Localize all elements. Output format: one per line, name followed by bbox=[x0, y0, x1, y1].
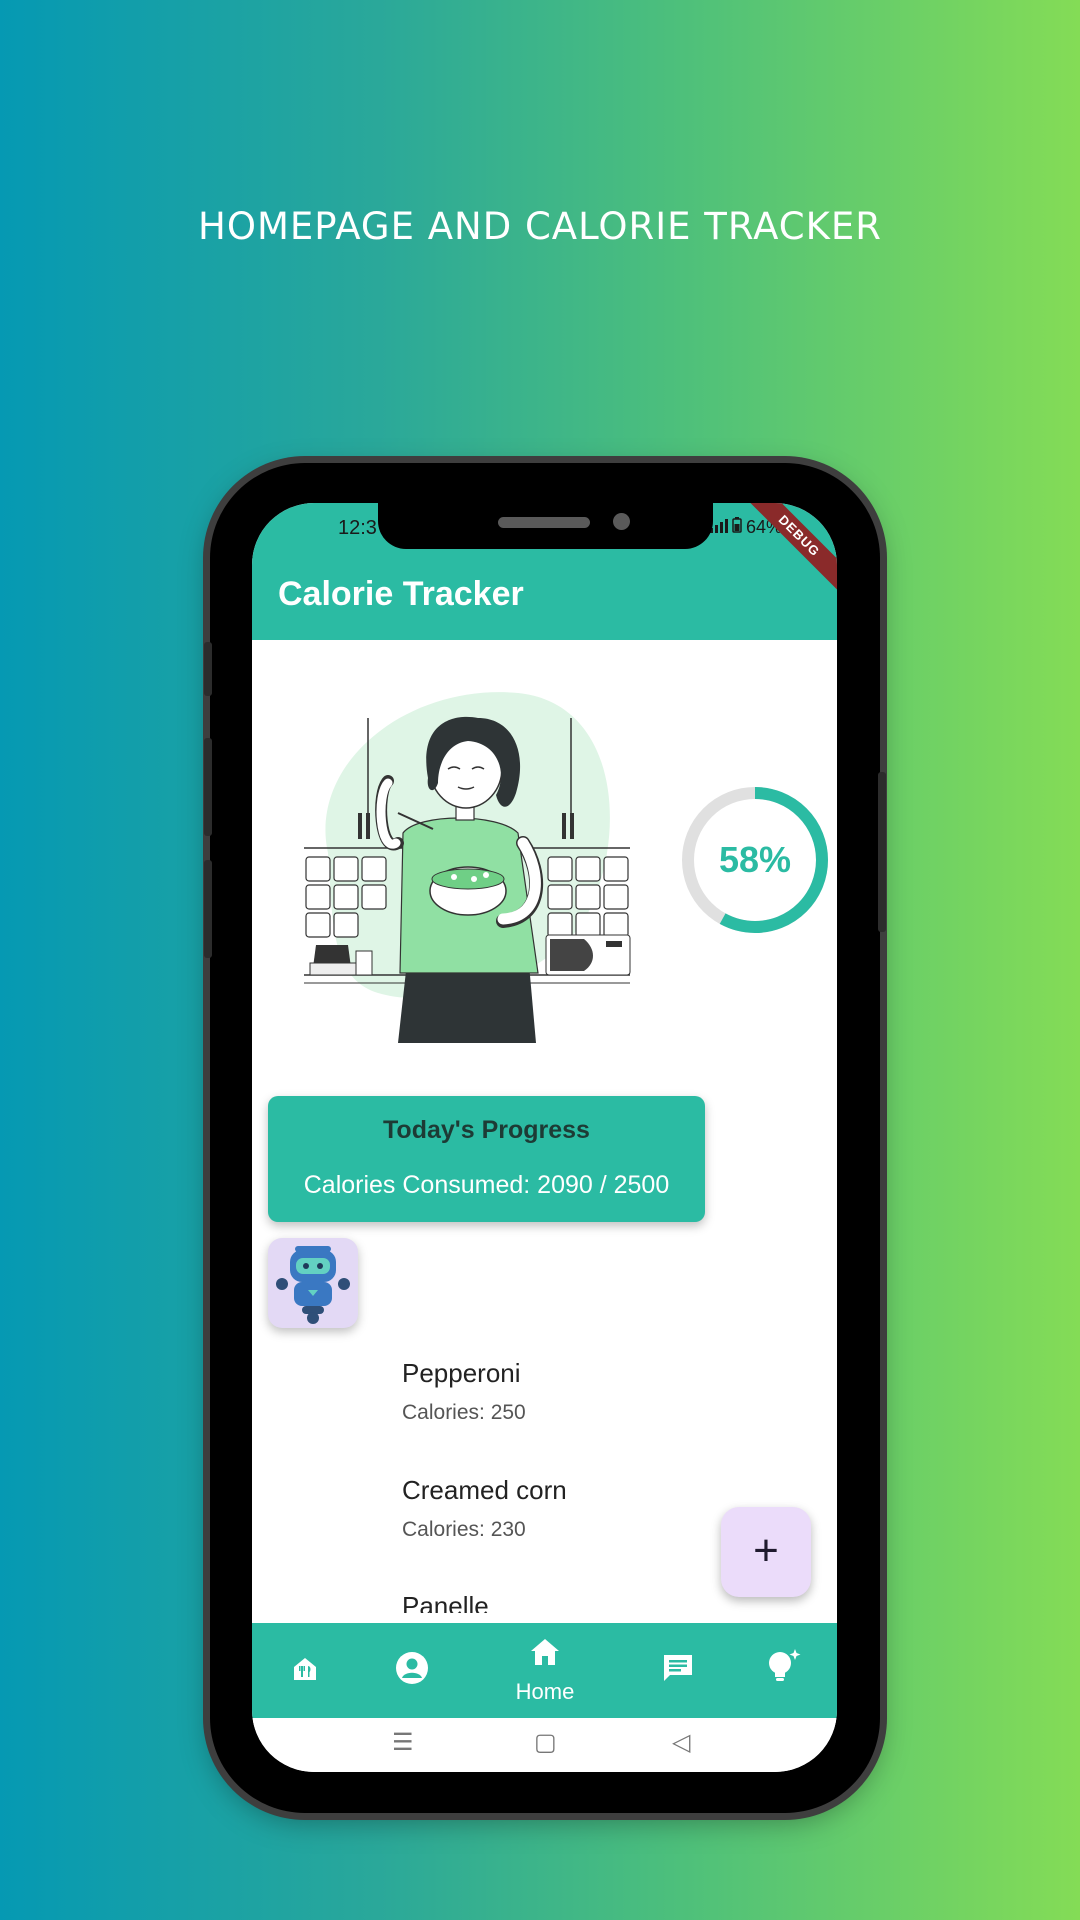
system-back-button[interactable]: ◁ bbox=[672, 1728, 690, 1757]
food-calories: Calories: 230 bbox=[402, 1518, 526, 1541]
home-icon bbox=[531, 1639, 559, 1665]
chatbot-robot-button[interactable] bbox=[268, 1238, 358, 1328]
app-title: Calorie Tracker bbox=[278, 575, 524, 613]
system-navigation-bar: ☰ ▢ ◁ bbox=[252, 1718, 837, 1772]
nav-item-chat[interactable] bbox=[633, 1623, 723, 1718]
food-name: Pepperoni bbox=[402, 1358, 521, 1388]
robot-icon bbox=[276, 1246, 350, 1324]
battery-icon bbox=[732, 517, 742, 538]
todays-progress-card: Today's Progress Calories Consumed: 2090… bbox=[268, 1096, 705, 1222]
add-food-button[interactable]: + bbox=[721, 1507, 811, 1597]
food-name: Creamed corn bbox=[402, 1475, 567, 1505]
app-bar: 12:3 64% DEBUG Calorie Tracker bbox=[252, 503, 837, 640]
progress-ring-percent: 58% bbox=[718, 839, 792, 880]
status-time: 12:3 bbox=[338, 517, 377, 539]
woman-eating-salad-illustration bbox=[304, 692, 631, 1043]
phone-side-button bbox=[204, 642, 212, 696]
phone-side-button bbox=[204, 860, 212, 958]
restaurant-icon bbox=[294, 1658, 316, 1680]
nav-item-food[interactable] bbox=[260, 1623, 350, 1718]
phone-side-button bbox=[878, 772, 886, 932]
recent-apps-button[interactable]: ☰ bbox=[392, 1728, 414, 1757]
calories-consumed-text: Calories Consumed: 2090 / 2500 bbox=[303, 1171, 670, 1199]
food-calories: Calories: 250 bbox=[402, 1401, 526, 1424]
nav-label-home: Home bbox=[515, 1679, 575, 1704]
promo-title: HOMEPAGE AND CALORIE TRACKER bbox=[198, 205, 882, 248]
phone-screen: 12:3 64% DEBUG Calorie Tracker 58% Today… bbox=[252, 503, 837, 1772]
list-item[interactable]: Panelle bbox=[402, 1591, 489, 1613]
front-camera bbox=[613, 513, 630, 530]
nav-item-profile[interactable] bbox=[367, 1623, 457, 1718]
todays-progress-title: Today's Progress bbox=[383, 1116, 590, 1144]
profile-icon bbox=[396, 1652, 428, 1684]
notch bbox=[378, 503, 713, 549]
bottom-navigation-bar: Home bbox=[252, 1623, 837, 1718]
lightbulb-icon bbox=[769, 1649, 801, 1681]
list-item[interactable]: Pepperoni Calories: 250 bbox=[402, 1358, 526, 1425]
speaker bbox=[498, 517, 590, 528]
phone-side-button bbox=[204, 738, 212, 836]
chat-icon bbox=[664, 1655, 692, 1681]
food-name: Panelle bbox=[402, 1591, 489, 1613]
list-item[interactable]: Creamed corn Calories: 230 bbox=[402, 1475, 567, 1542]
nav-item-home[interactable]: Home bbox=[500, 1623, 590, 1718]
nav-item-tips[interactable] bbox=[738, 1623, 828, 1718]
system-home-button[interactable]: ▢ bbox=[534, 1728, 557, 1757]
